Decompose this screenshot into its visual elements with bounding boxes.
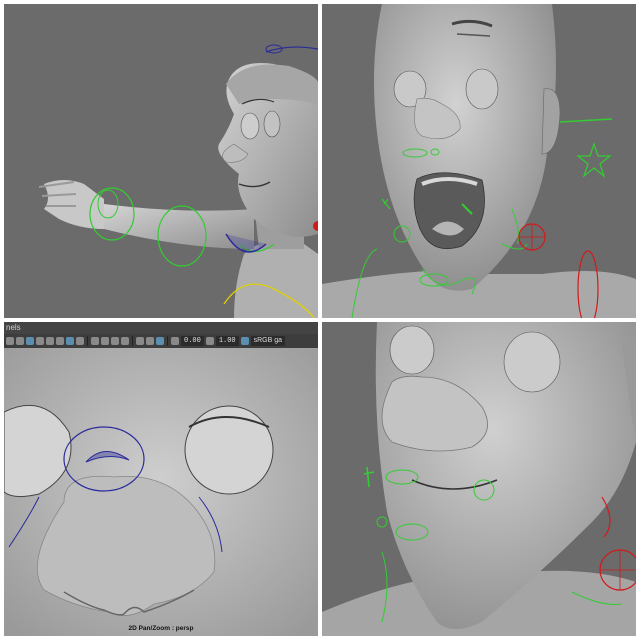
toolbar-separator [87, 336, 88, 346]
smooth-shade-icon[interactable] [101, 337, 109, 345]
gamma-field[interactable]: 1.00 [215, 336, 239, 346]
gate-mask-icon[interactable] [76, 337, 84, 345]
viewport-toolbar: 0.00 1.00 sRGB ga [4, 334, 318, 348]
resolution-gate-icon[interactable] [66, 337, 74, 345]
select-camera-icon[interactable] [6, 337, 14, 345]
shadows-icon[interactable] [146, 337, 154, 345]
bookmark-icon[interactable] [26, 337, 34, 345]
panel-menubar[interactable]: nels [4, 322, 318, 334]
head-mesh [373, 4, 556, 291]
gamma-icon[interactable] [205, 337, 214, 345]
image-plane-icon[interactable] [36, 337, 44, 345]
exposure-field[interactable]: 0.00 [181, 336, 204, 346]
ear-ctrl [559, 118, 613, 123]
scene-render [4, 348, 318, 636]
eye-right [184, 405, 274, 495]
lights-icon[interactable] [136, 337, 144, 345]
grid-icon[interactable] [46, 337, 54, 345]
exposure-icon[interactable] [171, 337, 179, 345]
viewport-top-right[interactable] [322, 4, 636, 318]
viewport-bottom-left[interactable]: nels 0.00 1.00 sRGB ga 2D Pan/Zoom : per… [4, 322, 318, 636]
isolate-select-icon[interactable] [156, 337, 164, 345]
wireframe-icon[interactable] [91, 337, 99, 345]
film-gate-icon[interactable] [56, 337, 64, 345]
view-transform-select[interactable]: sRGB ga [250, 336, 286, 346]
hand-mesh [44, 180, 104, 229]
star-ctrl [576, 142, 612, 178]
camera-attr-icon[interactable] [16, 337, 24, 345]
viewport-bottom-right[interactable] [322, 322, 636, 636]
scene-render [322, 4, 636, 318]
eye-right [503, 331, 561, 393]
eye-mesh [240, 112, 260, 140]
default-material-icon[interactable] [111, 337, 119, 345]
textured-icon[interactable] [121, 337, 129, 345]
viewport-top-left[interactable] [4, 4, 318, 318]
color-management-icon[interactable] [240, 337, 249, 345]
ear-mesh [541, 88, 561, 155]
toolbar-separator [132, 336, 133, 346]
scene-render [322, 322, 636, 636]
eye-right [465, 68, 499, 110]
eye-left [389, 325, 435, 375]
hud-pan-zoom-label: 2D Pan/Zoom : persp [128, 625, 194, 632]
toolbar-separator [167, 336, 168, 346]
scene-render [38, 44, 318, 318]
